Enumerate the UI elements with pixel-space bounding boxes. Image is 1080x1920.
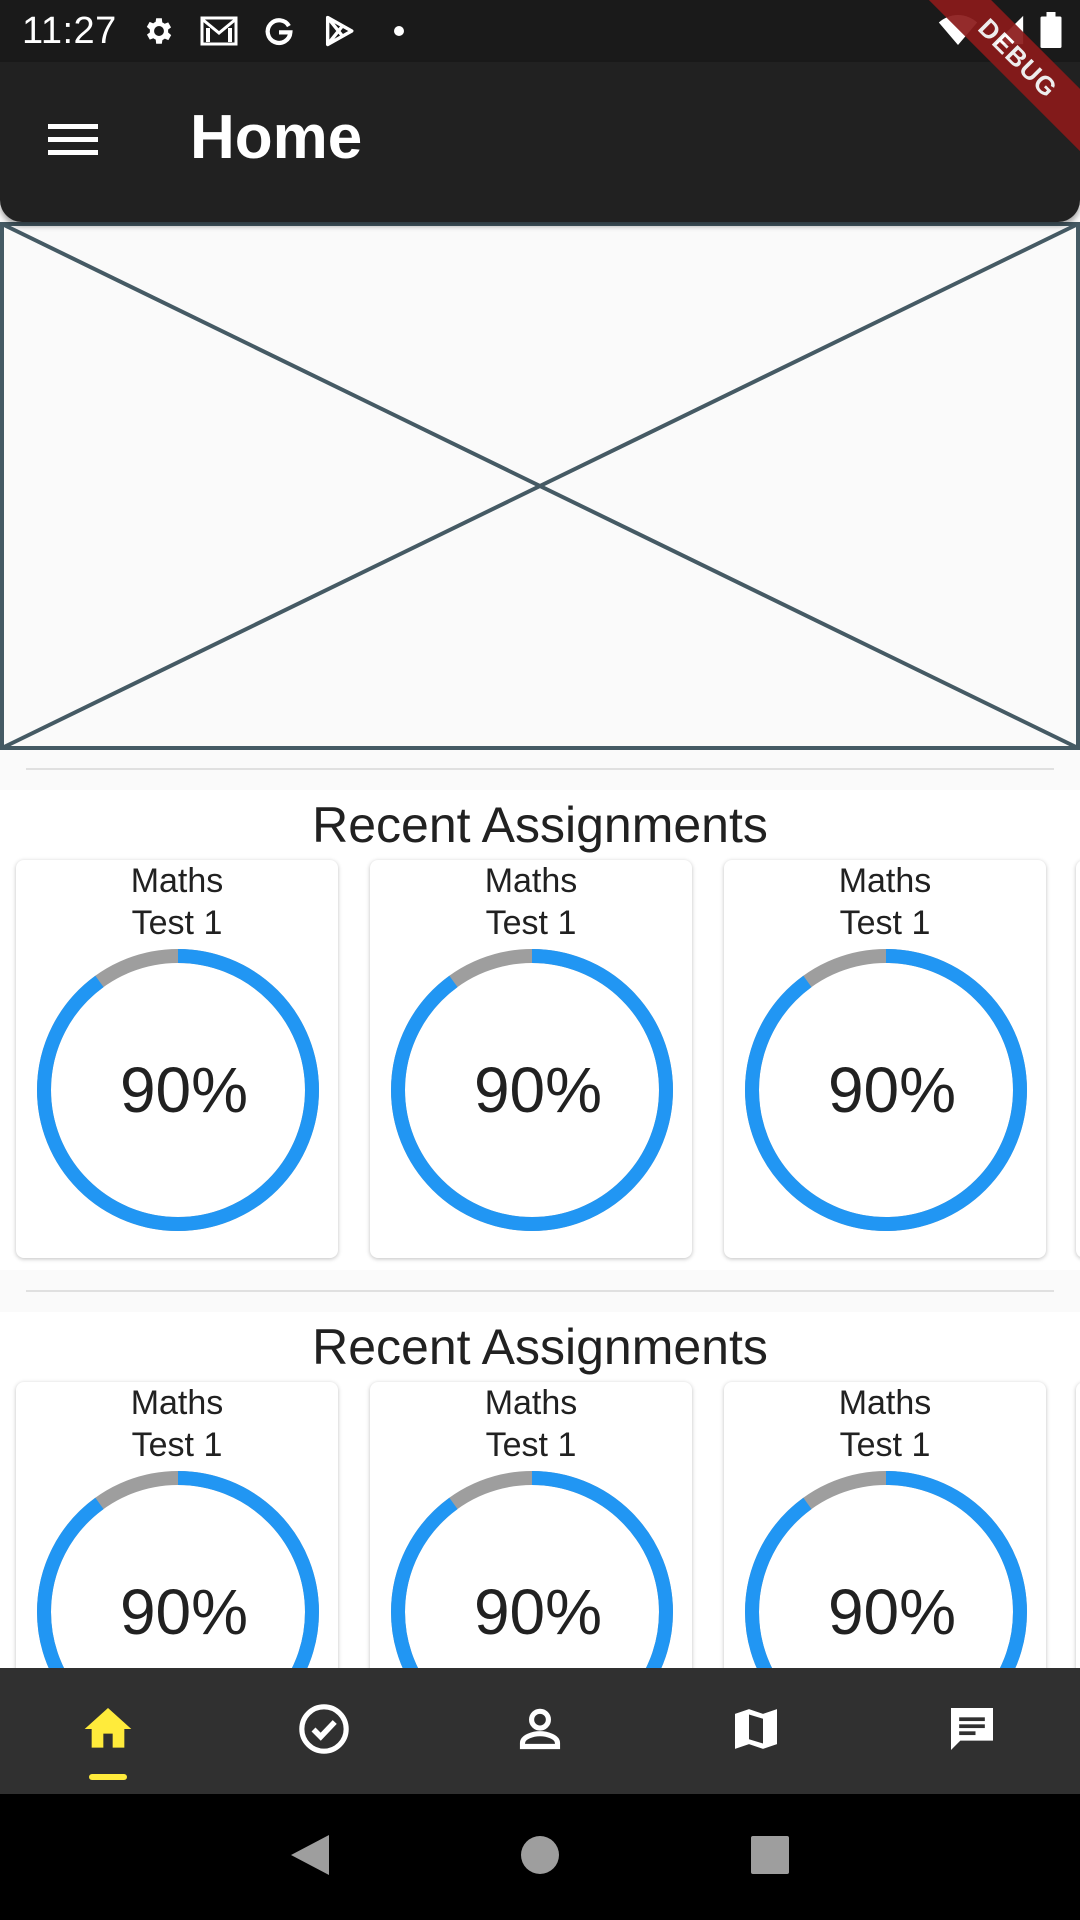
score-ring: 90% xyxy=(744,948,1028,1232)
section-title: Recent Assignments xyxy=(312,1319,768,1375)
assignment-title: Maths Test 1 xyxy=(370,860,692,944)
nav-map[interactable] xyxy=(648,1668,864,1794)
assignment-title: Maths Test 1 xyxy=(370,1382,692,1466)
battery-icon xyxy=(1040,12,1062,53)
assignment-name: Test 1 xyxy=(131,904,223,942)
gmail-icon xyxy=(200,12,238,50)
nav-home[interactable] xyxy=(0,1668,216,1794)
assignment-subject: Maths xyxy=(838,1384,932,1422)
nav-messages[interactable] xyxy=(864,1668,1080,1794)
person-icon xyxy=(512,1701,568,1762)
recent-assignments-section: Recent Assignments Maths Test 1 90% Math… xyxy=(0,790,1080,1270)
recents-icon xyxy=(749,1834,791,1881)
google-icon xyxy=(260,12,298,50)
dot-icon xyxy=(380,12,418,50)
nav-tasks[interactable] xyxy=(216,1668,432,1794)
menu-icon xyxy=(48,120,100,165)
assignment-card[interactable]: Maths Test 1 90% xyxy=(724,860,1046,1258)
assignment-name: Test 1 xyxy=(131,1426,223,1464)
system-back-button[interactable] xyxy=(280,1827,340,1887)
assignment-subject: Maths xyxy=(130,862,224,900)
assignment-title: Maths Test 1 xyxy=(16,860,338,944)
assignment-card[interactable]: Maths Test 1 90% xyxy=(16,860,338,1258)
section-title: Recent Assignments xyxy=(312,797,768,853)
assignment-card-partial[interactable] xyxy=(1076,860,1080,1258)
app-bar: Home xyxy=(0,62,1080,222)
signal-icon xyxy=(992,13,1026,52)
assignment-card[interactable]: Maths Test 1 90% xyxy=(370,860,692,1258)
divider xyxy=(26,768,1054,770)
divider xyxy=(26,1290,1054,1292)
assignment-title: Maths Test 1 xyxy=(724,1382,1046,1466)
active-indicator xyxy=(89,1774,127,1780)
assignment-subject: Maths xyxy=(484,1384,578,1422)
settings-icon xyxy=(140,12,178,50)
play-store-icon xyxy=(320,12,358,50)
score-value: 90% xyxy=(827,1054,957,1126)
system-navigation-bar xyxy=(0,1794,1080,1920)
status-bar: 11:27 xyxy=(0,0,1080,62)
status-system-icons xyxy=(938,12,1062,53)
chat-icon xyxy=(944,1701,1000,1762)
assignment-subject: Maths xyxy=(484,862,578,900)
assignment-name: Test 1 xyxy=(485,1426,577,1464)
menu-button[interactable] xyxy=(38,106,110,178)
assignment-subject: Maths xyxy=(130,1384,224,1422)
score-ring: 90% xyxy=(36,948,320,1232)
system-recents-button[interactable] xyxy=(740,1827,800,1887)
assignment-title: Maths Test 1 xyxy=(16,1382,338,1466)
assignment-name: Test 1 xyxy=(485,904,577,942)
assignment-name: Test 1 xyxy=(839,1426,931,1464)
assignment-name: Test 1 xyxy=(839,904,931,942)
nav-profile[interactable] xyxy=(432,1668,648,1794)
image-placeholder xyxy=(0,222,1080,750)
home-icon xyxy=(80,1701,136,1762)
status-notification-icons xyxy=(140,12,418,50)
system-home-button[interactable] xyxy=(510,1827,570,1887)
score-value: 90% xyxy=(473,1054,603,1126)
score-ring: 90% xyxy=(390,948,674,1232)
status-time: 11:27 xyxy=(22,10,117,52)
assignment-title: Maths Test 1 xyxy=(724,860,1046,944)
back-icon xyxy=(287,1831,333,1884)
score-value: 90% xyxy=(119,1054,249,1126)
map-icon xyxy=(728,1701,784,1762)
page-title: Home xyxy=(190,103,363,172)
home-circle-icon xyxy=(519,1834,561,1881)
wifi-icon xyxy=(938,13,978,52)
assignment-subject: Maths xyxy=(838,862,932,900)
check-circle-icon xyxy=(296,1701,352,1762)
bottom-navigation xyxy=(0,1668,1080,1794)
